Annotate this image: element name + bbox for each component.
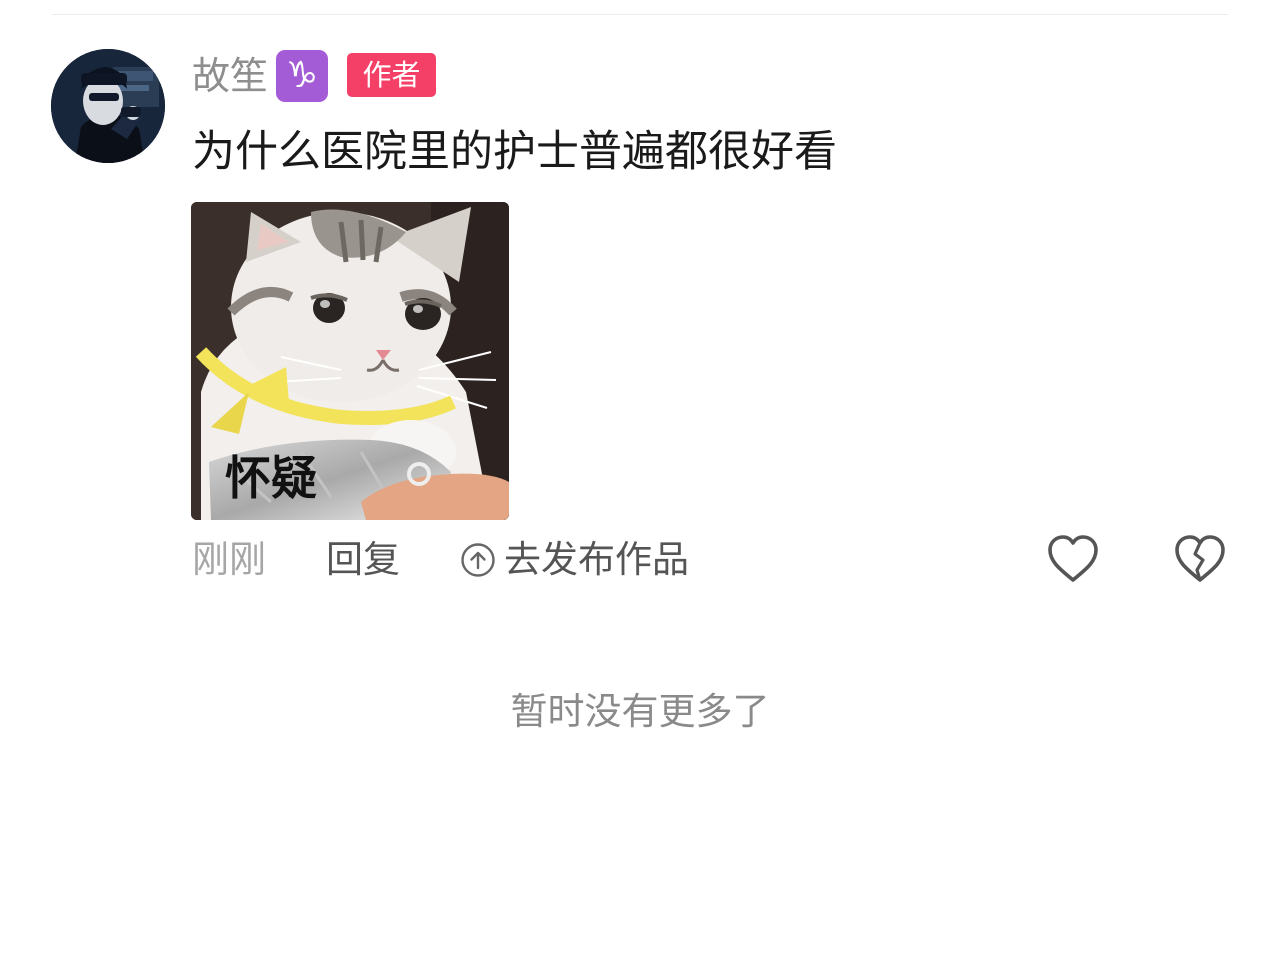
comment-text: 为什么医院里的护士普遍都很好看 [192,127,837,177]
username[interactable]: 故笙 [192,52,268,100]
publish-work-button[interactable]: 去发布作品 [460,536,689,584]
dislike-button[interactable] [1172,532,1228,586]
author-badge: 作者 [347,53,436,97]
heart-outline-icon [1048,535,1098,582]
sticker-image[interactable]: 怀疑 [191,202,509,520]
capricorn-icon: ♑ [276,50,328,102]
publish-work-label: 去发布作品 [504,538,689,581]
avatar-image [51,49,165,163]
reply-button[interactable]: 回复 [326,536,400,584]
comment-time: 刚刚 [192,538,266,581]
arrow-up-circle-icon [461,543,495,577]
top-divider [52,14,1228,15]
comment-page: 故笙 ♑ 作者 为什么医院里的护士普遍都很好看 怀疑 刚刚 回复 去发布作品 暂… [0,0,1280,970]
no-more-content-text: 暂时没有更多了 [510,690,770,733]
avatar[interactable] [51,49,165,163]
like-button[interactable] [1045,532,1101,586]
broken-heart-icon [1175,535,1225,582]
sticker-caption: 怀疑 [225,451,317,505]
